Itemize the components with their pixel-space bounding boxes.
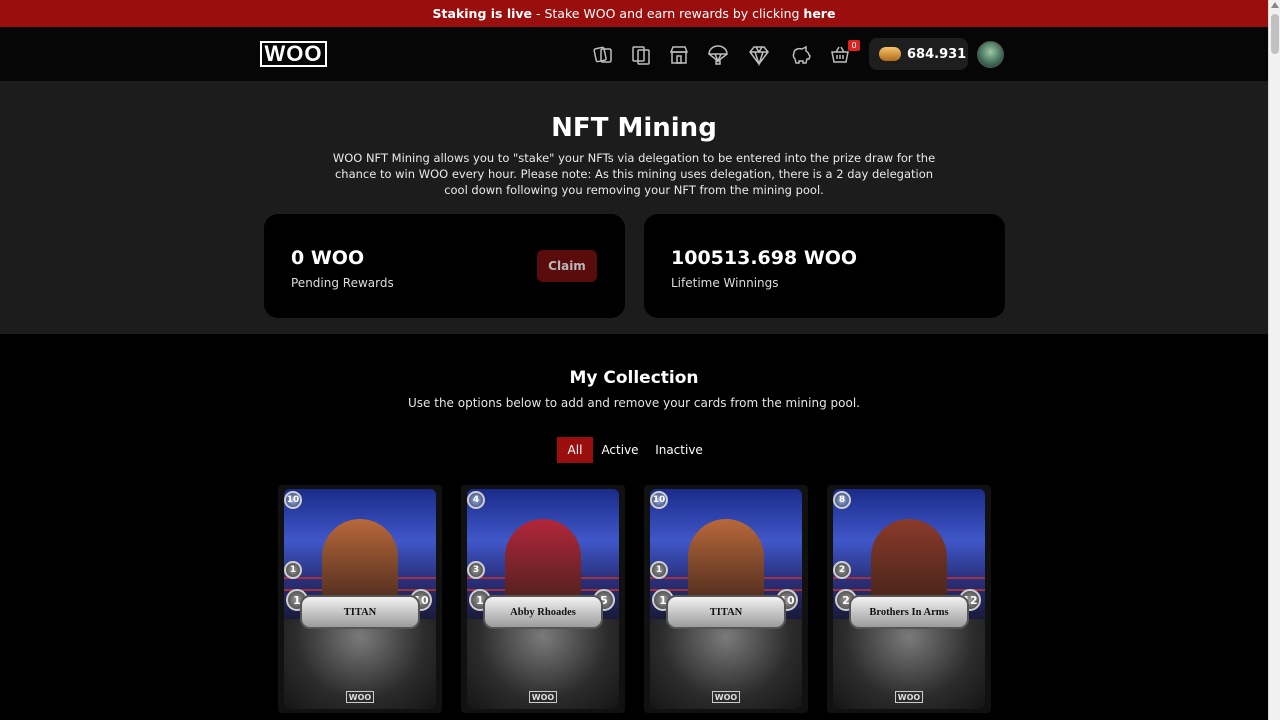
nft-card[interactable]: 10 1 1 10 TITAN WOO <box>278 485 442 713</box>
mining-description: WOO NFT Mining allows you to "stake" you… <box>332 151 936 197</box>
airdrop-icon[interactable] <box>707 44 729 66</box>
card-name: TITAN <box>343 606 377 618</box>
announcement-banner: Staking is live - Stake WOO and earn rew… <box>0 0 1268 27</box>
piggy-bank-icon[interactable] <box>790 44 812 66</box>
speed-stat: 1 <box>284 561 302 579</box>
banner-bold-text: Staking is live <box>432 6 533 21</box>
balance-value: 684.931 <box>907 46 967 62</box>
card-woo-logo: WOO <box>895 691 923 703</box>
market-icon[interactable] <box>668 44 690 66</box>
card-name-belt: TITAN <box>300 595 420 629</box>
banner-link[interactable]: here <box>803 6 835 21</box>
card-name-belt: Brothers In Arms <box>849 595 969 629</box>
speed-stat: 3 <box>467 561 485 579</box>
mana-stat: 10 <box>650 491 668 509</box>
page-title: NFT Mining <box>551 113 717 143</box>
pending-rewards-label: Pending Rewards <box>291 276 394 290</box>
nft-mining-section: NFT Mining WOO NFT Mining allows you to … <box>0 81 1268 334</box>
cart-count-badge: 0 <box>848 40 860 51</box>
scroll-up-arrow-icon[interactable] <box>1271 2 1279 8</box>
lifetime-winnings-label: Lifetime Winnings <box>671 276 779 290</box>
user-avatar[interactable] <box>977 41 1004 68</box>
card-name: Brothers In Arms <box>869 606 949 618</box>
tab-inactive[interactable]: Inactive <box>652 437 706 463</box>
pending-rewards-value: 0 WOO <box>291 247 365 269</box>
nft-card[interactable]: 4 3 1 5 Abby Rhoades WOO <box>461 485 625 713</box>
card-woo-logo: WOO <box>712 691 740 703</box>
page-scrollbar[interactable] <box>1268 0 1280 720</box>
woo-balance[interactable]: 684.931 <box>869 38 968 70</box>
tab-active[interactable]: Active <box>598 437 642 463</box>
mana-stat: 8 <box>833 491 851 509</box>
scroll-thumb[interactable] <box>1271 14 1279 54</box>
claim-button[interactable]: Claim <box>537 250 597 282</box>
tab-all[interactable]: All <box>557 437 593 463</box>
nft-card[interactable]: 8 2 2 12 Brothers In Arms WOO <box>827 485 991 713</box>
speed-stat: 2 <box>833 561 851 579</box>
lifetime-winnings-value: 100513.698 WOO <box>671 247 858 269</box>
woo-logo[interactable]: WOO <box>260 41 327 67</box>
nft-card[interactable]: 10 1 1 10 TITAN WOO <box>644 485 808 713</box>
packs-icon[interactable] <box>630 44 652 66</box>
collection-title: My Collection <box>569 368 699 388</box>
collection-subtitle: Use the options below to add and remove … <box>408 396 860 410</box>
card-name: TITAN <box>709 606 743 618</box>
card-woo-logo: WOO <box>346 691 374 703</box>
speed-stat: 1 <box>650 561 668 579</box>
lifetime-winnings-panel: 100513.698 WOO Lifetime Winnings <box>644 214 1005 318</box>
card-name-belt: TITAN <box>666 595 786 629</box>
card-name: Abby Rhoades <box>510 606 576 618</box>
mana-stat: 4 <box>467 491 485 509</box>
cards-icon[interactable] <box>592 44 614 66</box>
card-name-belt: Abby Rhoades <box>483 595 603 629</box>
mana-stat: 10 <box>284 491 302 509</box>
pending-rewards-panel: 0 WOO Pending Rewards Claim <box>264 214 625 318</box>
card-woo-logo: WOO <box>529 691 557 703</box>
woo-coin-icon <box>879 47 901 61</box>
banner-text: - Stake WOO and earn rewards by clicking <box>532 6 804 21</box>
gem-icon[interactable] <box>748 44 770 67</box>
